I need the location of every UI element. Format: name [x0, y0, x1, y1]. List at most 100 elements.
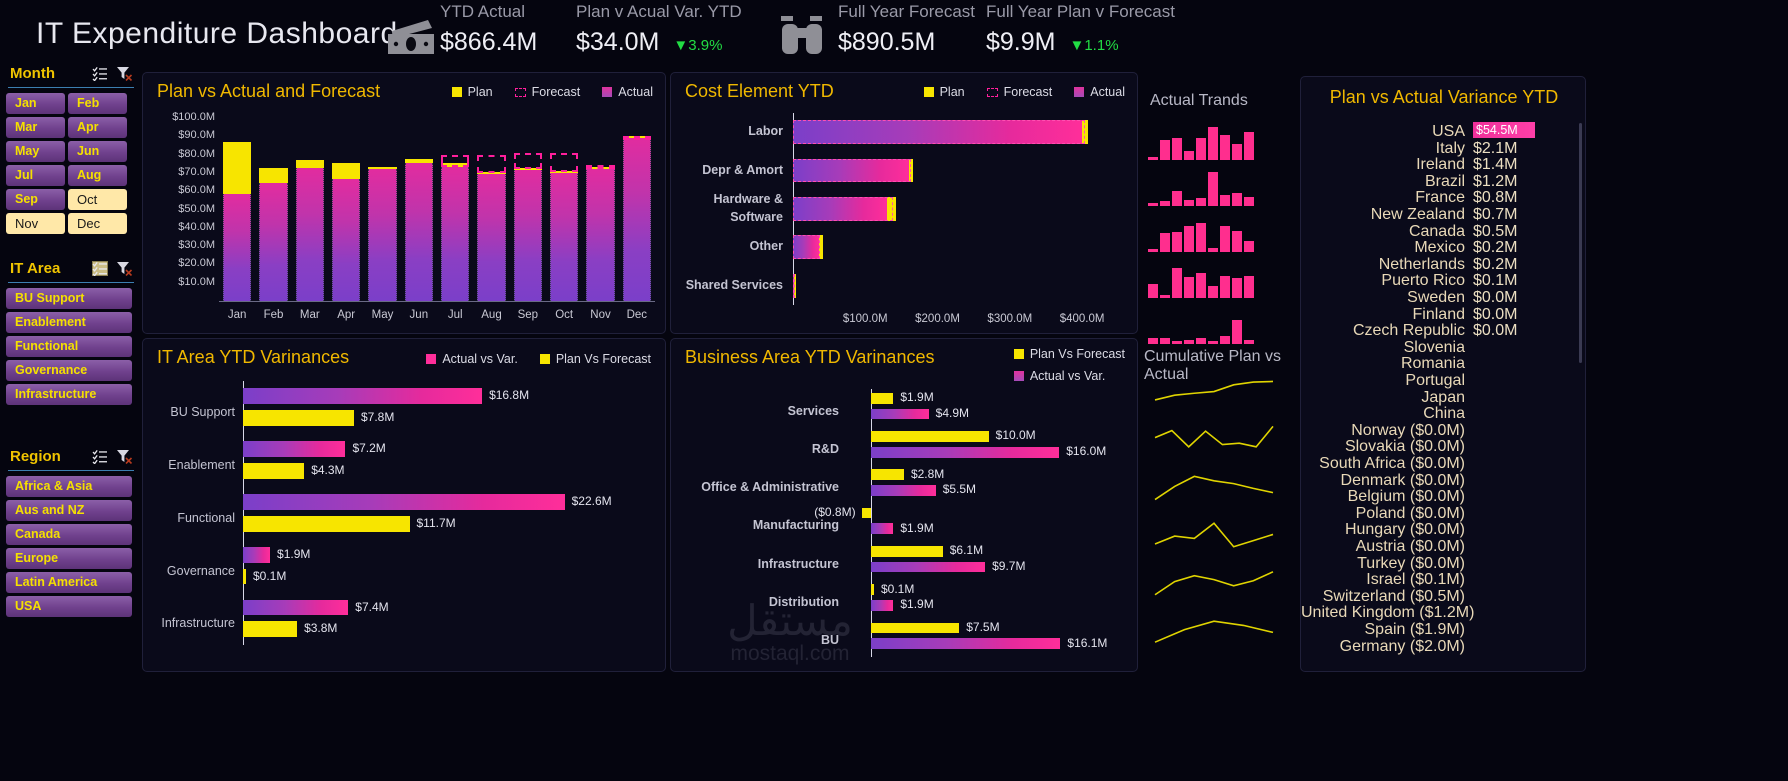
bar-actual-vs-var[interactable]	[243, 441, 346, 458]
cost-element-ytd-chart[interactable]: Labor Depr & Amort Hardware & Software Other…	[671, 73, 1139, 335]
column-group[interactable]	[295, 109, 324, 301]
table-row[interactable]: Turkey ($0.0M)	[1301, 555, 1587, 572]
table-row[interactable]: Slovenia	[1301, 339, 1587, 356]
bar-actual-vs-var[interactable]	[871, 485, 936, 496]
bar-plan-vs-forecast[interactable]	[871, 469, 904, 481]
bar-plan-vs-forecast[interactable]	[871, 431, 989, 442]
bar-actual-vs-var[interactable]	[243, 388, 483, 405]
table-row[interactable]: France $0.8M	[1301, 189, 1587, 206]
column-group[interactable]	[440, 109, 470, 301]
slicer-item-infrastructure[interactable]: Infrastructure	[6, 384, 132, 405]
table-row[interactable]: Mexico $0.2M	[1301, 239, 1587, 256]
column-group[interactable]	[222, 109, 252, 301]
slicer-item-aus-and-nz[interactable]: Aus and NZ	[6, 500, 132, 521]
table-row[interactable]: Puerto Rico $0.1M	[1301, 272, 1587, 289]
table-row[interactable]: Hungary ($0.0M)	[1301, 521, 1587, 538]
bar-plan-vs-forecast[interactable]	[243, 515, 410, 532]
slicer-item-may[interactable]: May	[6, 141, 65, 162]
bar-actual-vs-var[interactable]	[871, 446, 1060, 458]
actual-trends-sparklines[interactable]	[1148, 120, 1292, 360]
clear-filter-icon[interactable]	[116, 66, 133, 81]
bar-actual-vs-var[interactable]	[243, 493, 565, 510]
clear-filter-icon[interactable]	[116, 449, 133, 464]
clear-filter-icon[interactable]	[116, 261, 133, 276]
slicer-item-feb[interactable]: Feb	[68, 93, 127, 114]
table-row[interactable]: Spain ($1.9M)	[1301, 621, 1587, 638]
slicer-item-sep[interactable]: Sep	[6, 189, 65, 210]
table-row[interactable]: Finland $0.0M	[1301, 306, 1587, 323]
slicer-item-oct[interactable]: Oct	[68, 189, 127, 210]
cumulative-plan-vs-actual-sparklines[interactable]	[1148, 374, 1292, 670]
table-row[interactable]: Norway ($0.0M)	[1301, 422, 1587, 439]
table-row[interactable]: Germany ($2.0M)	[1301, 638, 1587, 655]
bar-plan-vs-forecast[interactable]	[243, 621, 298, 638]
table-row[interactable]: Netherlands $0.2M	[1301, 256, 1587, 273]
slicer-item-dec[interactable]: Dec	[68, 213, 127, 234]
multi-select-icon[interactable]	[92, 449, 108, 465]
slicer-item-latin-america[interactable]: Latin America	[6, 572, 132, 593]
column-group[interactable]	[404, 109, 433, 301]
bar-actual-vs-var[interactable]	[871, 599, 894, 611]
slicer-item-governance[interactable]: Governance	[6, 360, 132, 381]
slicer-item-functional[interactable]: Functional	[6, 336, 132, 357]
column-group[interactable]	[259, 109, 288, 301]
slicer-item-bu-support[interactable]: BU Support	[6, 288, 132, 309]
bar-plan-vs-forecast[interactable]	[871, 545, 943, 557]
table-row[interactable]: South Africa ($0.0M)	[1301, 455, 1587, 472]
table-row[interactable]: Portugal	[1301, 372, 1587, 389]
table-row[interactable]: Belgium ($0.0M)	[1301, 488, 1587, 505]
slicer-item-jun[interactable]: Jun	[68, 141, 127, 162]
bar-actual-vs-var[interactable]	[243, 599, 349, 616]
bar-actual-vs-var[interactable]	[871, 408, 929, 420]
slicer-item-enablement[interactable]: Enablement	[6, 312, 132, 333]
slicer-item-canada[interactable]: Canada	[6, 524, 132, 545]
table-row[interactable]: Switzerland ($0.5M)	[1301, 588, 1587, 605]
slicer-item-africa-asia[interactable]: Africa & Asia	[6, 476, 132, 497]
column-group[interactable]	[586, 109, 615, 301]
slicer-item-nov[interactable]: Nov	[6, 213, 65, 234]
bar-plan-vs-forecast[interactable]	[871, 392, 894, 404]
table-row[interactable]: Israel ($0.1M)	[1301, 571, 1587, 588]
table-row[interactable]: Brazil $1.2M	[1301, 173, 1587, 190]
table-row[interactable]: Italy $2.1M	[1301, 140, 1587, 157]
slicer-item-usa[interactable]: USA	[6, 596, 132, 617]
multi-select-icon[interactable]	[92, 66, 108, 82]
bar-actual-vs-var[interactable]	[871, 523, 894, 535]
table-row[interactable]: China	[1301, 405, 1587, 422]
column-group[interactable]	[622, 109, 651, 301]
slicer-item-europe[interactable]: Europe	[6, 548, 132, 569]
column-group[interactable]	[477, 109, 506, 301]
table-row[interactable]: Canada $0.5M	[1301, 223, 1587, 240]
column-group[interactable]	[368, 109, 397, 301]
bar-plan-vs-forecast[interactable]	[243, 463, 305, 479]
variance-country-list[interactable]: USA $54.5M Italy $2.1M Ireland $1.4M Brazil $1.…	[1301, 122, 1587, 669]
table-row[interactable]: Sweden $0.0M	[1301, 289, 1587, 306]
column-group[interactable]	[549, 109, 579, 301]
bar-actual-vs-var[interactable]	[243, 546, 271, 563]
table-row[interactable]: Denmark ($0.0M)	[1301, 472, 1587, 489]
table-row[interactable]: Slovakia ($0.0M)	[1301, 438, 1587, 455]
multi-select-icon[interactable]	[92, 260, 108, 277]
table-row[interactable]: Romania	[1301, 355, 1587, 372]
bar-actual-vs-var[interactable]	[871, 561, 986, 573]
slicer-item-jan[interactable]: Jan	[6, 93, 65, 114]
table-row[interactable]: Czech Republic $0.0M	[1301, 322, 1587, 339]
bar-plan-vs-forecast[interactable]	[861, 507, 871, 519]
table-row[interactable]: New Zealand $0.7M	[1301, 206, 1587, 223]
business-area-ytd-variances-chart[interactable]: $1.9M $4.9M Services $10.0M $16.0M R&D $2.8M $5…	[671, 339, 1139, 673]
table-row[interactable]: Austria ($0.0M)	[1301, 538, 1587, 555]
slicer-item-aug[interactable]: Aug	[68, 165, 127, 186]
bar-plan-vs-forecast[interactable]	[871, 584, 874, 595]
column-group[interactable]	[331, 109, 361, 301]
bar-plan-vs-forecast[interactable]	[243, 410, 354, 427]
slicer-item-apr[interactable]: Apr	[68, 117, 127, 138]
bar-actual-vs-var[interactable]	[871, 638, 1061, 649]
slicer-item-jul[interactable]: Jul	[6, 165, 65, 186]
it-area-ytd-variances-chart[interactable]: $16.8M $7.8M BU Support $7.2M $4.3M Enablemen…	[143, 339, 667, 673]
variance-list-scrollbar[interactable]	[1579, 123, 1582, 363]
plan-vs-actual-forecast-chart[interactable]: $100.0M $90.0M $80.0M $70.0M $60.0M $50.0M $40…	[143, 73, 667, 335]
slicer-item-mar[interactable]: Mar	[6, 117, 65, 138]
table-row[interactable]: United Kingdom ($1.2M)	[1301, 604, 1587, 621]
table-row[interactable]: Ireland $1.4M	[1301, 156, 1587, 173]
table-row[interactable]: Poland ($0.0M)	[1301, 505, 1587, 522]
